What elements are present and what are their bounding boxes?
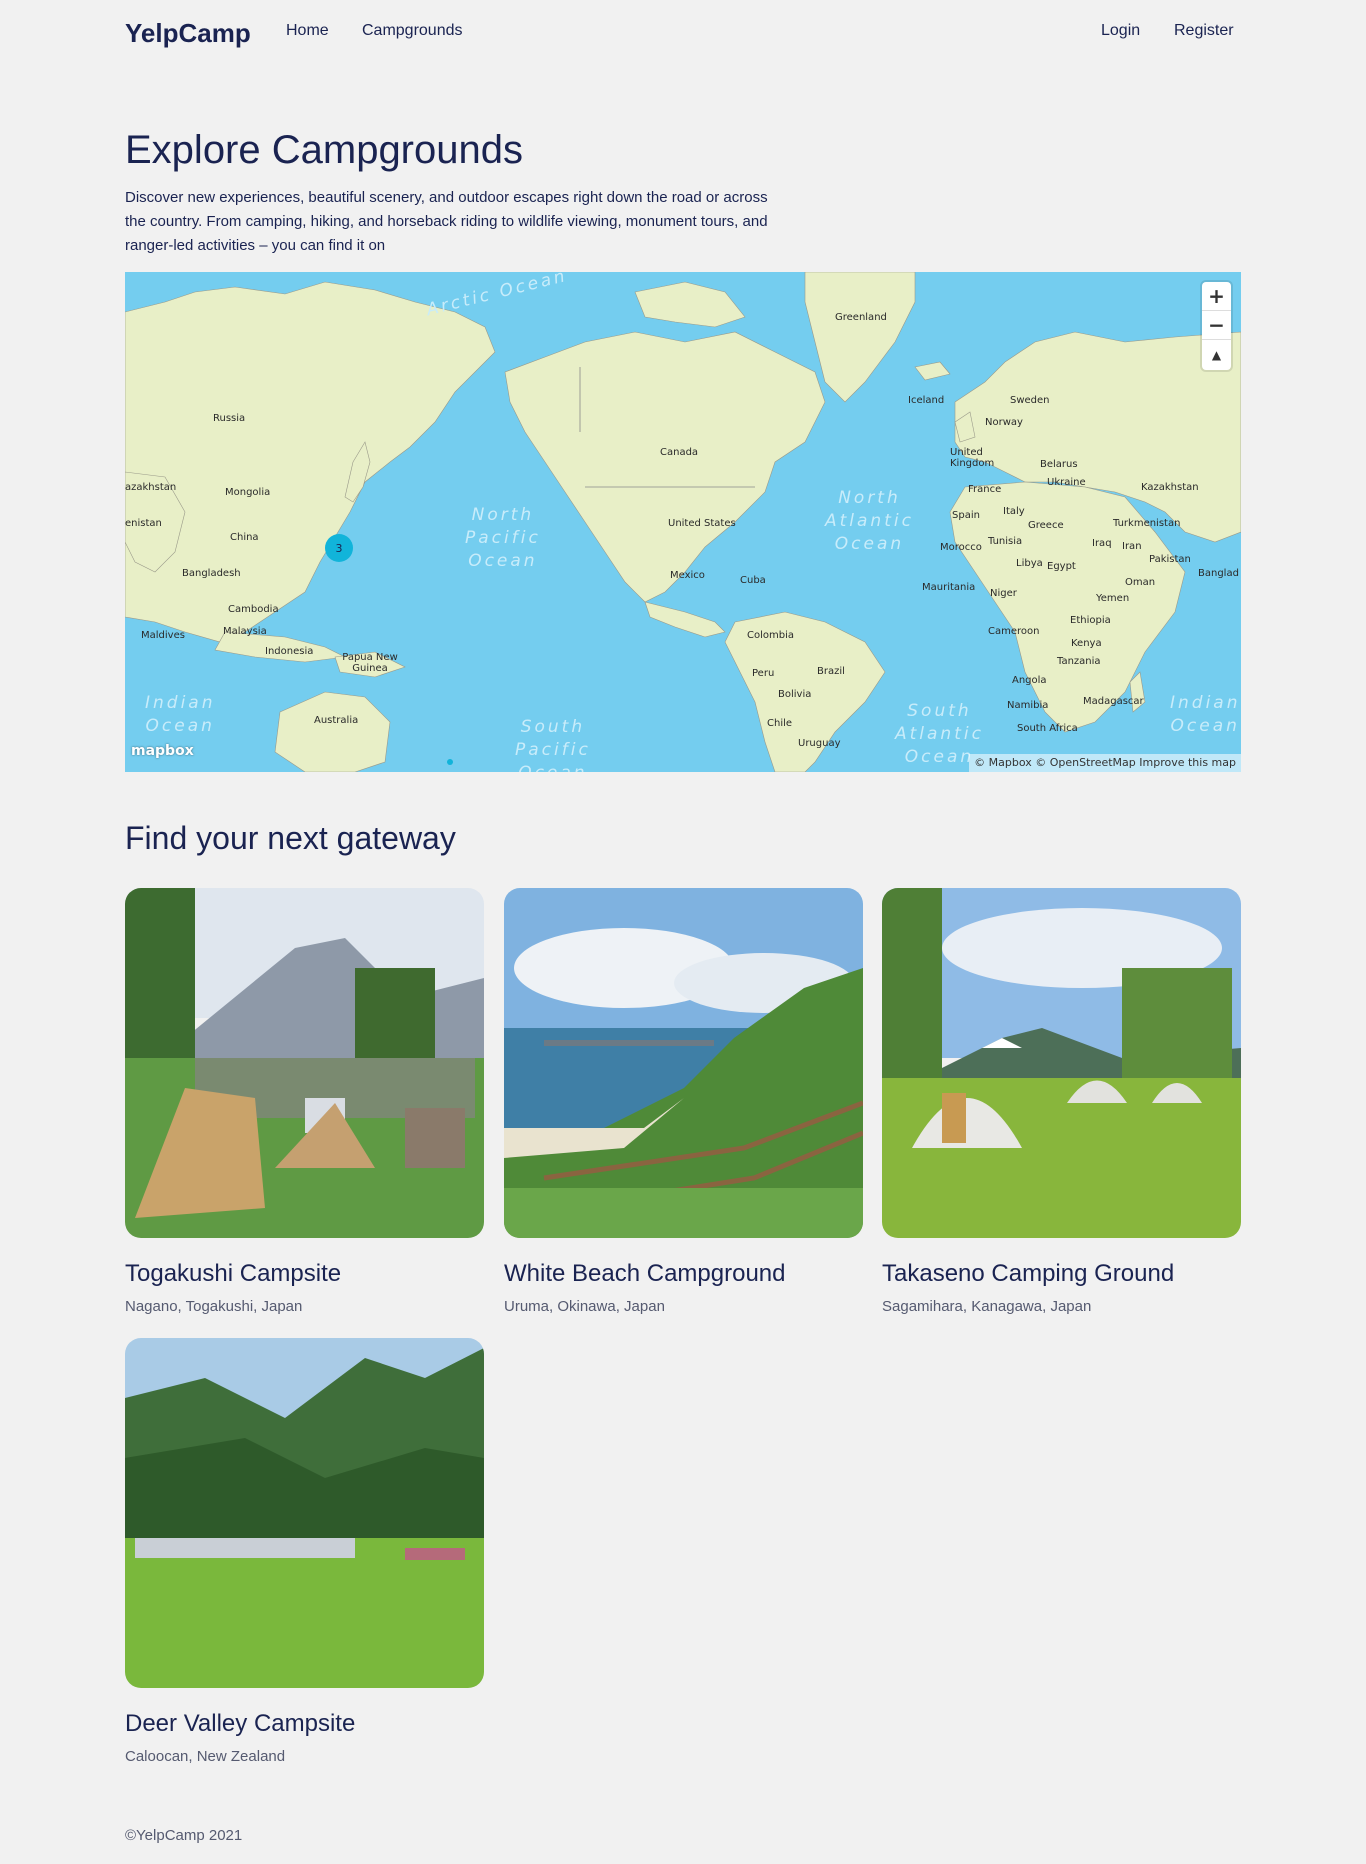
country-label: Oman [1125,577,1156,588]
brand-logo[interactable]: YelpCamp [125,18,251,49]
country-label: Greenland [835,312,887,323]
country-label: azakhstan [125,482,177,493]
map-attribution[interactable]: © Mapbox © OpenStreetMap Improve this ma… [969,754,1241,772]
campground-location: Caloocan, New Zealand [125,1748,286,1765]
zoom-control: + − ▲ [1202,282,1231,370]
country-label: Iraq [1092,538,1112,549]
campground-card[interactable]: White Beach Campground Uruma, Okinawa, J… [504,888,863,1315]
country-label: Bolivia [778,689,812,700]
country-label: Mongolia [225,487,271,498]
country-label: Madagascar [1083,696,1144,707]
country-label: Tunisia [988,536,1023,547]
campground-title[interactable]: Togakushi Campsite [125,1260,484,1288]
country-label: Angola [1012,675,1047,686]
country-label: United States [668,518,736,529]
campground-card[interactable]: Togakushi Campsite Nagano, Togakushi, Ja… [125,888,484,1315]
country-label: South Africa [1017,723,1078,734]
country-label: Cuba [740,575,766,586]
zoom-in-button[interactable]: + [1202,282,1231,311]
campground-card[interactable]: Deer Valley Campsite Caloocan, New Zeala… [125,1338,484,1765]
nav-link-register[interactable]: Register [1174,22,1234,40]
campground-image[interactable] [504,888,863,1238]
country-label: Cambodia [228,604,279,615]
country-label: Iran [1122,541,1142,552]
country-label: Australia [314,715,359,726]
country-label: Iceland [908,395,945,406]
country-label: Indonesia [265,646,314,657]
campground-title[interactable]: White Beach Campground [504,1260,863,1288]
section-title: Find your next gateway [125,820,456,856]
cluster-marker[interactable]: 3 [325,534,353,562]
country-label: Papua New Guinea [342,652,398,674]
ocean-label: North Pacific Ocean [465,505,541,571]
ocean-label: Indian Ocean [1170,693,1241,736]
country-label: Brazil [817,666,845,677]
country-label: Sweden [1010,395,1050,406]
country-label: Banglad [1198,568,1239,579]
country-label: Colombia [747,630,794,641]
country-label: Spain [952,510,980,521]
campground-card[interactable]: Takaseno Camping Ground Sagamihara, Kana… [882,888,1241,1315]
country-label: Uruguay [798,738,841,749]
campground-image[interactable] [882,888,1241,1238]
country-label: Mauritania [922,582,976,593]
country-label: Pakistan [1149,554,1191,565]
ocean-label: South Pacific Ocean [515,717,591,772]
mapbox-logo[interactable]: mapbox [131,743,194,759]
country-label: Bangladesh [182,568,241,579]
country-label: Canada [660,447,699,458]
navbar: YelpCamp Home Campgrounds Login Register [0,0,1366,64]
country-label: Cameroon [988,626,1040,637]
country-label: Kenya [1071,638,1102,649]
campground-map[interactable]: Arctic Ocean North Pacific Ocean North A… [125,272,1241,772]
country-label: Morocco [940,542,982,553]
compass-icon[interactable]: ▲ [1202,340,1231,369]
country-label: France [968,484,1002,495]
zoom-out-button[interactable]: − [1202,311,1231,340]
nav-link-campgrounds[interactable]: Campgrounds [362,22,463,40]
campground-location: Uruma, Okinawa, Japan [504,1298,665,1315]
country-label: Tanzania [1057,656,1101,667]
footer-copyright: ©YelpCamp 2021 [125,1827,243,1844]
campground-location: Sagamihara, Kanagawa, Japan [882,1298,1092,1315]
country-label: Russia [213,413,246,424]
country-label: Ukraine [1047,477,1086,488]
campground-image[interactable] [125,1338,484,1688]
country-label: Norway [985,417,1023,428]
ocean-label: North Atlantic Ocean [825,488,914,554]
ocean-label: Indian Ocean [145,693,216,736]
nav-link-login[interactable]: Login [1101,22,1140,40]
country-label: Maldives [141,630,185,641]
country-label: Namibia [1007,700,1049,711]
country-label: United Kingdom [950,447,995,469]
country-label: Belarus [1040,459,1078,470]
nav-link-home[interactable]: Home [286,22,329,40]
country-label: Libya [1016,558,1043,569]
page-title: Explore Campgrounds [125,128,523,172]
country-label: Greece [1028,520,1064,531]
country-label: Turkmenistan [1113,518,1181,529]
country-label: Egypt [1047,561,1076,572]
country-label: Italy [1003,506,1025,517]
map-marker [447,759,453,765]
campground-location: Nagano, Togakushi, Japan [125,1298,303,1315]
campground-image[interactable] [125,888,484,1238]
country-label: Yemen [1096,593,1130,604]
country-label: Malaysia [223,626,267,637]
country-label: Niger [990,588,1017,599]
campground-title[interactable]: Deer Valley Campsite [125,1710,484,1738]
country-label: China [230,532,259,543]
country-label: Mexico [670,570,705,581]
country-label: Ethiopia [1070,615,1111,626]
country-label: enistan [125,518,162,529]
country-label: Kazakhstan [1141,482,1199,493]
country-label: Peru [752,668,775,679]
country-label: Chile [767,718,793,729]
page-description: Discover new experiences, beautiful scen… [125,189,768,254]
campground-title[interactable]: Takaseno Camping Ground [882,1260,1241,1288]
